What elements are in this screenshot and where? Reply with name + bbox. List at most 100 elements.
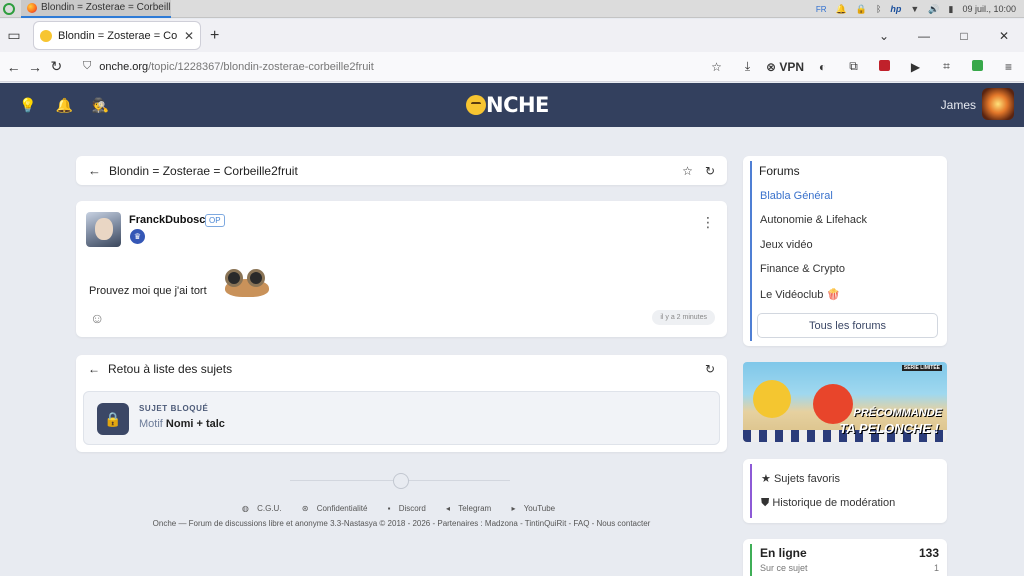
logo-text: NCHE <box>486 93 549 117</box>
back-button[interactable]: ← <box>3 59 24 75</box>
os-taskbar: Blondin = Zosterae = Corbeill... FR 🔔 🔒 … <box>0 0 1024 18</box>
battery-icon[interactable]: ▮ <box>949 4 954 15</box>
shield-icon: ⛊ <box>761 497 770 509</box>
taskbar-window-firefox[interactable]: Blondin = Zosterae = Corbeill... <box>21 0 171 18</box>
online-panel: En ligne 133 Sur ce sujet 1 <box>743 539 947 576</box>
bluetooth-icon[interactable]: ᛒ <box>876 4 881 14</box>
lock-icon[interactable]: 🔒 <box>856 4 867 15</box>
forum-item-lifehack[interactable]: Autonomie & Lifehack <box>760 214 867 226</box>
post-options-icon[interactable]: ⋮ <box>701 214 715 231</box>
glasses-sticker-image <box>221 265 271 297</box>
promo-cta-line1: PRÉCOMMANDE <box>853 407 942 419</box>
favorite-star-icon[interactable]: ☆ <box>682 164 693 178</box>
promo-plush-yellow <box>753 380 791 418</box>
motif-label: Motif <box>139 418 163 430</box>
post-timestamp: il y a 2 minutes <box>652 310 715 325</box>
notifications-bell-icon[interactable]: 🔔 <box>55 97 72 114</box>
promo-serie-badge: SÉRIE LIMITÉE <box>901 365 942 371</box>
window-maximize-button[interactable]: □ <box>944 29 984 43</box>
lightbulb-icon[interactable]: 💡 <box>19 97 36 114</box>
favorites-panel: ★ Sujets favoris ⛊ Historique de modérat… <box>743 459 947 523</box>
all-forums-button[interactable]: Tous les forums <box>757 313 938 338</box>
user-name[interactable]: James <box>941 98 976 112</box>
footer-copyright: Onche — Forum de discussions libre et an… <box>152 519 651 528</box>
browser-tab-active[interactable]: Blondin = Zosterae = Corbeille2fruit ✕ <box>34 22 200 49</box>
downloads-icon[interactable]: ⤓ <box>732 59 763 74</box>
taskbar-window-title: Blondin = Zosterae = Corbeill... <box>41 2 171 13</box>
url-host: onche.org <box>99 60 149 73</box>
window-minimize-button[interactable]: — <box>904 29 944 43</box>
tab-title: Blondin = Zosterae = Corbeille2fruit <box>58 29 178 42</box>
post-author[interactable]: FranckDubosc <box>129 214 205 226</box>
hp-printer-icon[interactable]: hp <box>890 4 901 14</box>
post-body: Prouvez moi que j'ai tort <box>89 285 207 297</box>
author-avatar[interactable] <box>86 212 121 247</box>
online-sub-count: 1 <box>933 563 939 573</box>
extension-video-icon[interactable]: ▶ <box>900 60 931 74</box>
new-tab-button[interactable]: + <box>210 27 219 45</box>
wifi-icon[interactable]: ▼ <box>910 4 919 14</box>
clock[interactable]: 09 juil., 10:00 <box>962 4 1016 14</box>
browser-menu-icon[interactable]: ≡ <box>993 60 1024 74</box>
footer-face-icon <box>393 473 409 489</box>
extension-crop-icon[interactable]: ⌗ <box>931 59 962 74</box>
footer-link-youtube[interactable]: ▸ YouTube <box>511 504 561 513</box>
forward-button[interactable]: → <box>24 59 45 75</box>
site-info-icon[interactable]: ⛉ <box>83 60 91 73</box>
motif-value: Nomi + talc <box>165 418 225 430</box>
locked-notice: 🔒 SUJET BLOQUÉ Motif Nomi + talc <box>83 391 720 445</box>
moderation-history-link[interactable]: ⛊ Historique de modération <box>761 497 895 510</box>
tab-list-icon[interactable]: ▭ <box>0 27 28 44</box>
refresh-icon[interactable]: ↻ <box>705 362 715 376</box>
window-close-button[interactable]: ✕ <box>984 29 1024 43</box>
locked-kicker: SUJET BLOQUÉ <box>139 404 209 413</box>
forum-item-blabla[interactable]: Blabla Général <box>760 190 833 202</box>
back-arrow-icon[interactable]: ← <box>88 163 101 178</box>
notification-bell-icon[interactable]: 🔔 <box>836 4 847 15</box>
extension-dark-mode-icon[interactable]: ◐ <box>807 60 838 74</box>
bookmark-star-icon[interactable]: ☆ <box>701 60 732 74</box>
online-sub-label: Sur ce sujet <box>760 563 808 573</box>
promo-cta-line2: TA PELONCHE ! <box>839 421 939 436</box>
footer-link-cgu[interactable]: ◍ C.G.U. <box>242 504 288 513</box>
online-accent-bar <box>750 544 752 576</box>
footer-link-privacy[interactable]: ⊛ Confidentialité <box>302 504 374 513</box>
refresh-icon[interactable]: ↻ <box>705 164 715 178</box>
site-logo[interactable]: NCHE <box>466 93 549 117</box>
volume-icon[interactable]: 🔊 <box>928 4 939 15</box>
forums-accent-bar <box>750 161 752 341</box>
footer-link-telegram[interactable]: ◂ Telegram <box>446 504 497 513</box>
favorite-topics-link[interactable]: ★ Sujets favoris <box>761 472 840 485</box>
footer-links: ◍ C.G.U. ⊛ Confidentialité ▪ Discord ◂ T… <box>0 504 803 513</box>
back-to-topics-link[interactable]: ← Retou à liste des sujets <box>88 362 232 376</box>
promo-banner[interactable]: SÉRIE LIMITÉE PRÉCOMMANDE TA PELONCHE ! <box>743 362 947 442</box>
extensions-puzzle-icon[interactable]: ⧉ <box>838 59 869 74</box>
site-favicon-icon <box>40 29 52 42</box>
extension-ublock-icon[interactable] <box>869 59 900 74</box>
forum-item-jeux-video[interactable]: Jeux vidéo <box>760 239 813 251</box>
reload-button[interactable]: ↻ <box>46 58 67 75</box>
keyboard-layout-indicator[interactable]: FR <box>816 5 827 14</box>
incognito-icon[interactable]: 🕵 <box>92 97 109 114</box>
vpn-button[interactable]: ⊗ VPN <box>763 60 807 74</box>
extension-check-icon[interactable] <box>962 59 993 74</box>
favorites-accent-bar <box>750 464 752 518</box>
locked-topic-card: ← Retou à liste des sujets ↻ 🔒 SUJET BLO… <box>76 355 727 452</box>
logo-face-icon <box>466 95 486 115</box>
start-menu-icon[interactable] <box>3 2 15 15</box>
user-avatar[interactable] <box>982 88 1014 120</box>
address-bar[interactable]: ⛉ onche.org/topic/1228367/blondin-zoster… <box>77 55 697 79</box>
star-icon: ★ <box>761 473 771 485</box>
add-reaction-icon[interactable]: ☺ <box>90 310 104 326</box>
online-count: 133 <box>918 546 939 560</box>
tab-close-icon[interactable]: ✕ <box>184 29 194 43</box>
firefox-icon <box>27 2 37 13</box>
forum-item-finance[interactable]: Finance & Crypto <box>760 263 845 275</box>
forum-item-videoclub[interactable]: Le Vidéoclub 🍿 <box>760 288 840 301</box>
tab-overflow-chevron-icon[interactable]: ⌄ <box>864 29 904 43</box>
footer-link-discord[interactable]: ▪ Discord <box>388 504 432 513</box>
op-badge: OP <box>205 214 225 227</box>
post-card: FranckDubosc OP ♛ ⋮ Prouvez moi que j'ai… <box>76 201 727 337</box>
system-tray: FR 🔔 🔒 ᛒ hp ▼ 🔊 ▮ 09 juil., 10:00 <box>816 0 1016 18</box>
url-path: /topic/1228367/blondin-zosterae-corbeill… <box>148 60 374 73</box>
